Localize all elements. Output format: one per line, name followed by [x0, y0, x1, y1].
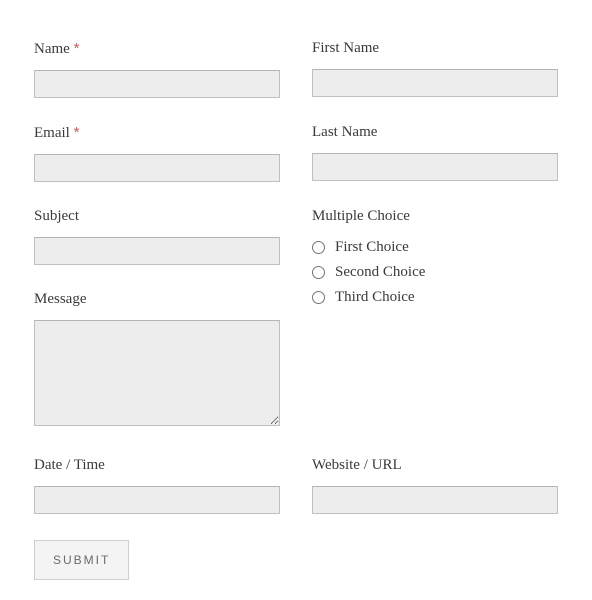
radio-option[interactable]: Second Choice — [312, 264, 558, 281]
first-name-input[interactable] — [312, 69, 558, 97]
radio-label: First Choice — [335, 239, 409, 256]
field-website-url: Website / URL — [312, 457, 558, 514]
last-name-input[interactable] — [312, 153, 558, 181]
radio-second-choice[interactable] — [312, 266, 325, 279]
radio-label: Third Choice — [335, 289, 415, 306]
field-date-time: Date / Time — [34, 457, 280, 514]
field-subject: Subject Message — [34, 208, 280, 431]
message-label: Message — [34, 291, 280, 308]
email-input[interactable] — [34, 154, 280, 182]
radio-option[interactable]: Third Choice — [312, 289, 558, 306]
submit-button[interactable]: SUBMIT — [34, 540, 129, 580]
subject-input[interactable] — [34, 237, 280, 265]
required-marker: * — [74, 40, 80, 57]
radio-first-choice[interactable] — [312, 241, 325, 254]
radio-third-choice[interactable] — [312, 291, 325, 304]
email-label: Email * — [34, 124, 280, 142]
first-name-label: First Name — [312, 40, 558, 57]
contact-form: Name * First Name Email * Last Name Subj… — [0, 0, 592, 600]
date-time-label: Date / Time — [34, 457, 280, 474]
multiple-choice-label: Multiple Choice — [312, 208, 558, 225]
radio-option[interactable]: First Choice — [312, 239, 558, 256]
field-first-name: First Name — [312, 40, 558, 98]
subject-label: Subject — [34, 208, 280, 225]
name-input[interactable] — [34, 70, 280, 98]
field-multiple-choice: Multiple Choice First Choice Second Choi… — [312, 208, 558, 431]
field-name: Name * — [34, 40, 280, 98]
name-label: Name * — [34, 40, 280, 58]
radio-label: Second Choice — [335, 264, 425, 281]
required-marker: * — [74, 124, 80, 141]
field-last-name: Last Name — [312, 124, 558, 182]
last-name-label: Last Name — [312, 124, 558, 141]
field-email: Email * — [34, 124, 280, 182]
date-time-input[interactable] — [34, 486, 280, 514]
message-textarea[interactable] — [34, 320, 280, 426]
website-url-label: Website / URL — [312, 457, 558, 474]
website-url-input[interactable] — [312, 486, 558, 514]
multiple-choice-group: First Choice Second Choice Third Choice — [312, 237, 558, 306]
